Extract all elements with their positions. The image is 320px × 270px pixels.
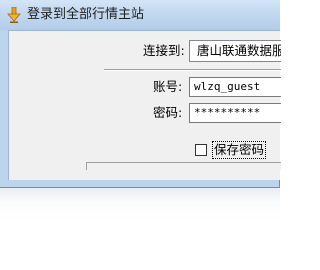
account-input[interactable]: wlzq_guest xyxy=(189,77,281,97)
title-bar[interactable]: 登录到全部行情主站 xyxy=(0,0,280,30)
server-select[interactable]: 唐山联通数据服务 xyxy=(189,40,281,62)
window-title: 登录到全部行情主站 xyxy=(27,7,145,22)
login-dialog: 登录到全部行情主站 连接到: 唐山联通数据服务 账号: wlzq_guest 密… xyxy=(0,0,281,188)
dialog-body: 连接到: 唐山联通数据服务 账号: wlzq_guest 密码: *******… xyxy=(8,30,281,180)
account-input-value: wlzq_guest xyxy=(194,80,261,93)
server-select-value: 唐山联通数据服务 xyxy=(197,43,281,58)
password-label: 密码: xyxy=(153,105,183,120)
connect-to-label: 连接到: xyxy=(143,43,185,58)
status-bar xyxy=(86,162,281,170)
divider xyxy=(104,69,281,71)
password-input-value: ********** xyxy=(194,106,261,119)
account-label: 账号: xyxy=(153,79,183,94)
download-arrow-icon xyxy=(7,7,21,23)
save-password-checkbox[interactable] xyxy=(195,144,207,156)
save-password-label[interactable]: 保存密码 xyxy=(212,141,267,159)
window-shadow xyxy=(0,188,280,270)
password-input[interactable]: ********** xyxy=(189,103,281,123)
